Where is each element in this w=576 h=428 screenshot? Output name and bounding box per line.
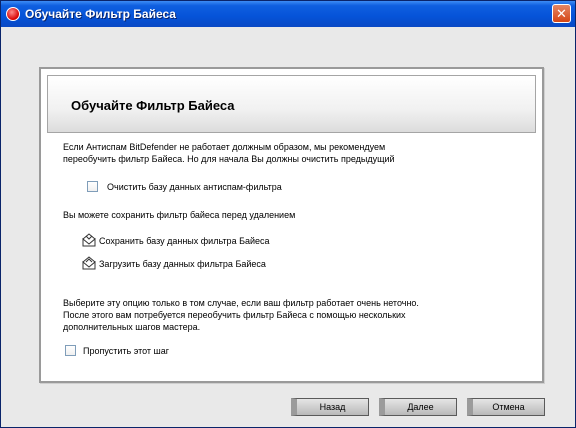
title-bar[interactable]: Обучайте Фильтр Байеса ✕ <box>1 1 575 27</box>
skip-text-line3: дополнительных шагов мастера. <box>63 322 201 332</box>
load-db-icon[interactable] <box>81 256 97 270</box>
save-db-icon[interactable] <box>81 233 97 247</box>
window-title: Обучайте Фильтр Байеса <box>25 7 176 21</box>
panel-title: Обучайте Фильтр Байеса <box>71 98 235 113</box>
wizard-panel: Обучайте Фильтр Байеса Если Антиспам Bit… <box>39 67 544 383</box>
skip-step-label[interactable]: Пропустить этот шаг <box>83 346 169 357</box>
wizard-window: Обучайте Фильтр Байеса ✕ Обучайте Фильтр… <box>0 0 576 428</box>
back-button[interactable]: Назад <box>291 398 369 416</box>
save-db-link[interactable]: Сохранить базу данных фильтра Байеса <box>99 236 270 247</box>
clear-db-label[interactable]: Очистить базу данных антиспам-фильтра <box>107 182 282 193</box>
cancel-button[interactable]: Отмена <box>467 398 545 416</box>
intro-text-line1: Если Антиспам BitDefender не работает до… <box>63 142 386 152</box>
skip-text-line2: После этого вам потребуется переобучить … <box>63 310 406 320</box>
save-note-text: Вы можете сохранить фильтр байеса перед … <box>63 210 296 220</box>
clear-db-checkbox[interactable] <box>87 181 98 192</box>
panel-header: Обучайте Фильтр Байеса <box>47 75 536 133</box>
skip-step-checkbox[interactable] <box>65 345 76 356</box>
next-button[interactable]: Далее <box>379 398 457 416</box>
bitdefender-logo-icon <box>6 7 20 21</box>
load-db-link[interactable]: Загрузить базу данных фильтра Байеса <box>99 259 266 270</box>
intro-text-line2: переобучить фильтр Байеса. Но для начала… <box>63 154 395 164</box>
close-button[interactable]: ✕ <box>552 4 571 23</box>
skip-text-line1: Выберите эту опцию только в том случае, … <box>63 298 419 308</box>
